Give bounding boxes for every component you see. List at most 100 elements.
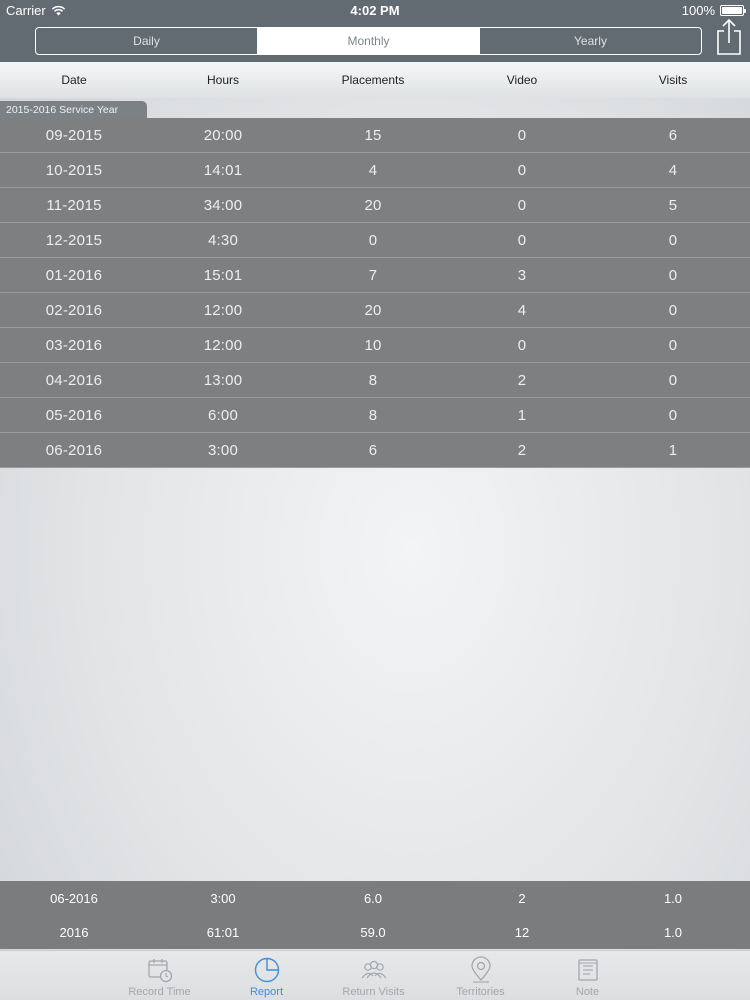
column-date[interactable]: Date <box>0 73 148 87</box>
status-right: 100% <box>681 3 746 18</box>
table-row[interactable]: 09-2015 20:00 15 0 6 <box>0 118 750 153</box>
monthly-report-table: 09-2015 20:00 15 0 6 10-2015 14:01 4 0 4 11-2015 34… <box>0 118 750 468</box>
column-video[interactable]: Video <box>448 73 596 87</box>
cell-visits: 0 <box>668 231 678 249</box>
cell-date: 05-2016 <box>45 406 103 424</box>
service-year-section-label: 2015-2016 Service Year <box>0 101 147 119</box>
cell-placements: 15 <box>364 126 382 144</box>
tab-bar-spacer <box>0 951 106 1000</box>
cell-visits: 5 <box>668 196 678 214</box>
map-pin-icon <box>470 956 491 983</box>
cell-placements: 20 <box>364 196 382 214</box>
cell-hours: 13:00 <box>203 371 243 389</box>
status-bar: Carrier 4:02 PM 100% <box>0 0 750 20</box>
tab-bar: Record Time Report Return Visits Territo… <box>0 950 750 1000</box>
cell-placements: 10 <box>364 336 382 354</box>
people-icon <box>361 960 386 979</box>
cell-visits: 6 <box>668 126 678 144</box>
column-placements[interactable]: Placements <box>298 73 448 87</box>
table-row[interactable]: 02-2016 12:00 20 4 0 <box>0 293 750 328</box>
cell-date: 2016 <box>59 924 89 940</box>
cell-video: 0 <box>517 196 527 214</box>
cell-hours: 3:00 <box>210 890 236 906</box>
cell-placements: 7 <box>368 266 378 284</box>
cell-hours: 14:01 <box>203 161 243 179</box>
segment-yearly[interactable]: Yearly <box>480 28 701 54</box>
tab-label: Territories <box>456 986 505 998</box>
cell-hours: 61:01 <box>206 924 240 940</box>
table-row[interactable]: 05-2016 6:00 8 1 0 <box>0 398 750 433</box>
cell-visits: 0 <box>668 371 678 389</box>
cell-date: 10-2015 <box>45 161 103 179</box>
cell-placements: 0 <box>368 231 378 249</box>
cell-hours: 34:00 <box>203 196 243 214</box>
tab-note[interactable]: Note <box>534 951 641 1000</box>
cell-video: 0 <box>517 336 527 354</box>
battery-percent: 100% <box>681 3 715 18</box>
battery-icon <box>720 5 746 16</box>
table-row[interactable]: 10-2015 14:01 4 0 4 <box>0 153 750 188</box>
cell-date: 03-2016 <box>45 336 103 354</box>
tab-report[interactable]: Report <box>213 951 320 1000</box>
cell-video: 1 <box>517 406 527 424</box>
table-row[interactable]: 03-2016 12:00 10 0 0 <box>0 328 750 363</box>
cell-placements: 8 <box>368 406 378 424</box>
cell-hours: 4:30 <box>208 231 238 249</box>
summary-year-total-row: 2016 61:01 59.0 12 1.0 <box>0 915 750 949</box>
summary-current-month-row: 06-2016 3:00 6.0 2 1.0 <box>0 881 750 915</box>
table-row[interactable]: 04-2016 13:00 8 2 0 <box>0 363 750 398</box>
tab-label: Report <box>249 986 284 998</box>
cell-video: 4 <box>517 301 527 319</box>
cell-visits: 1 <box>668 441 678 459</box>
cell-visits: 0 <box>668 336 678 354</box>
cell-hours: 3:00 <box>208 441 238 459</box>
battery-level <box>722 7 742 14</box>
cell-date: 02-2016 <box>45 301 103 319</box>
cell-visits: 1.0 <box>663 890 683 906</box>
pie-chart-icon <box>254 957 279 983</box>
cell-visits: 0 <box>668 406 678 424</box>
tab-return-visits[interactable]: Return Visits <box>320 951 427 1000</box>
cell-visits: 0 <box>668 301 678 319</box>
summary-totals: 06-2016 3:00 6.0 2 1.0 2016 61:01 59.0 12 1.0 <box>0 881 750 949</box>
cell-hours: 12:00 <box>203 336 243 354</box>
cell-placements: 20 <box>364 301 382 319</box>
cell-visits: 0 <box>668 266 678 284</box>
cell-date: 01-2016 <box>45 266 103 284</box>
segment-daily[interactable]: Daily <box>36 28 258 54</box>
segment-monthly[interactable]: Monthly <box>258 28 480 54</box>
cell-video: 0 <box>517 126 527 144</box>
tab-record-time[interactable]: Record Time <box>106 951 213 1000</box>
tab-label: Note <box>575 986 600 998</box>
cell-video: 2 <box>518 890 526 906</box>
column-header: Date Hours Placements Video Visits <box>0 62 750 98</box>
column-hours[interactable]: Hours <box>148 73 298 87</box>
cell-placements: 6 <box>368 441 378 459</box>
cell-placements: 8 <box>368 371 378 389</box>
table-row[interactable]: 06-2016 3:00 6 2 1 <box>0 433 750 468</box>
cell-date: 06-2016 <box>45 441 103 459</box>
column-visits[interactable]: Visits <box>596 73 750 87</box>
share-icon[interactable] <box>714 18 744 56</box>
notepad-icon <box>577 959 598 981</box>
status-time: 4:02 PM <box>350 3 400 18</box>
cell-date: 04-2016 <box>45 371 103 389</box>
table-row[interactable]: 12-2015 4:30 0 0 0 <box>0 223 750 258</box>
cell-video: 3 <box>517 266 527 284</box>
cell-hours: 12:00 <box>203 301 243 319</box>
table-row[interactable]: 01-2016 15:01 7 3 0 <box>0 258 750 293</box>
cell-video: 2 <box>517 371 527 389</box>
tab-territories[interactable]: Territories <box>427 951 534 1000</box>
cell-date: 06-2016 <box>50 890 98 906</box>
cell-placements: 59.0 <box>360 924 386 940</box>
cell-video: 2 <box>517 441 527 459</box>
navigation-header: Carrier 4:02 PM 100% Daily Monthly Yearl… <box>0 0 750 62</box>
cell-date: 12-2015 <box>45 231 103 249</box>
cell-hours: 20:00 <box>203 126 243 144</box>
cell-video: 0 <box>517 161 527 179</box>
cell-video: 0 <box>517 231 527 249</box>
table-row[interactable]: 11-2015 34:00 20 0 5 <box>0 188 750 223</box>
cell-visits: 1.0 <box>663 924 683 940</box>
tab-label: Record Time <box>128 986 191 998</box>
cell-hours: 15:01 <box>203 266 243 284</box>
